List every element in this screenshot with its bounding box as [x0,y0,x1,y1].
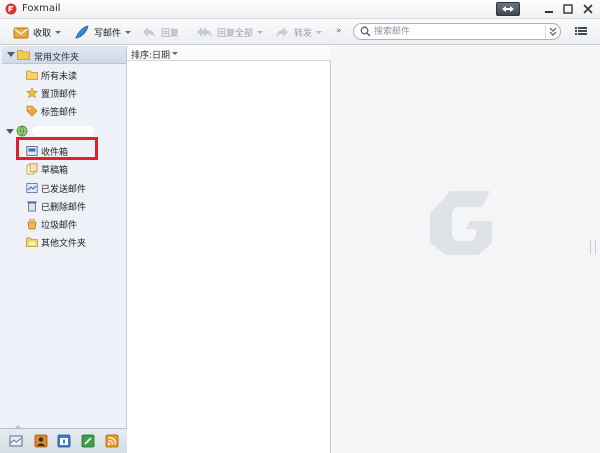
search-icon [360,26,371,37]
collapse-triangle-icon[interactable] [6,129,14,134]
account-globe-icon [16,125,28,137]
receive-button[interactable]: 收取 [13,23,62,41]
folder-drafts[interactable]: 草稿箱 [26,161,122,177]
window-title: Foxmail [22,3,61,14]
more-toolbar-button[interactable]: » [336,26,342,36]
double-chevron-down-icon [549,27,557,36]
folder-spam[interactable]: 垃圾邮件 [26,216,122,232]
search-input[interactable] [374,25,539,38]
compose-button[interactable]: 写邮件 [74,23,132,41]
common-folders-header[interactable]: 常用文件夹 [2,46,126,64]
folder-deleted[interactable]: 已删除邮件 [26,198,122,214]
folder-other[interactable]: 其他文件夹 [26,234,122,250]
menu-icon[interactable] [574,24,588,38]
chevron-down-icon[interactable] [55,30,62,34]
chevron-down-icon[interactable] [172,52,178,55]
mail-tab-icon[interactable] [9,434,23,448]
tag-icon [26,105,38,117]
reply-button[interactable]: 回复 [141,23,179,41]
spam-icon [27,218,37,230]
notes-tab-icon[interactable] [81,434,95,448]
pane-splitter-grip[interactable] [590,240,596,254]
close-icon[interactable] [577,2,599,16]
reply-arrow-icon [143,27,155,37]
chevron-down-icon[interactable] [316,30,323,34]
folder-sidebar: 常用文件夹 所有未读 置顶邮件 标签邮件 收件箱 草稿箱 已发送邮件 已删除邮件… [0,46,127,453]
maximize-icon[interactable] [557,2,579,16]
inbox-highlight-box [16,137,98,160]
folder-icon [17,50,30,60]
rss-tab-icon[interactable] [105,434,119,448]
module-switcher [0,425,127,453]
forward-button[interactable]: 转发 [274,23,323,41]
folder-icon [26,70,38,80]
mail-list-pane[interactable]: 排序:日期 [127,46,331,453]
search-box[interactable] [353,23,561,40]
sent-icon [26,183,38,193]
account-name-redacted [32,126,94,136]
forward-arrow-icon [276,27,288,37]
folder-icon [26,237,38,247]
chevron-down-icon[interactable] [125,30,132,34]
restore-toggle-button[interactable] [496,2,520,16]
feather-pen-icon [75,25,89,39]
star-icon [26,87,38,99]
collapse-triangle-icon[interactable] [7,52,15,57]
sort-label: 排序:日期 [131,51,171,61]
restore-toggle-icon [502,6,514,12]
folder-sent[interactable]: 已发送邮件 [26,180,122,196]
foxmail-logo-icon [5,3,17,15]
folder-all-unread[interactable]: 所有未读 [26,67,122,83]
title-bar: Foxmail [0,0,600,19]
reply-all-arrow-icon [197,27,212,37]
search-options-button[interactable] [545,25,559,38]
drafts-icon [26,163,38,175]
reply-all-button[interactable]: 回复全部 [197,23,264,41]
contacts-tab-icon[interactable] [34,434,48,448]
trash-icon [27,201,37,212]
folder-tagged[interactable]: 标签邮件 [26,103,122,119]
folder-pinned[interactable]: 置顶邮件 [26,85,122,101]
chevron-down-icon[interactable] [257,30,264,34]
calendar-tab-icon[interactable] [57,434,71,448]
foxmail-watermark-icon [430,191,492,255]
sort-selector[interactable]: 排序:日期 [127,46,331,61]
inbox-receive-icon [13,27,29,39]
